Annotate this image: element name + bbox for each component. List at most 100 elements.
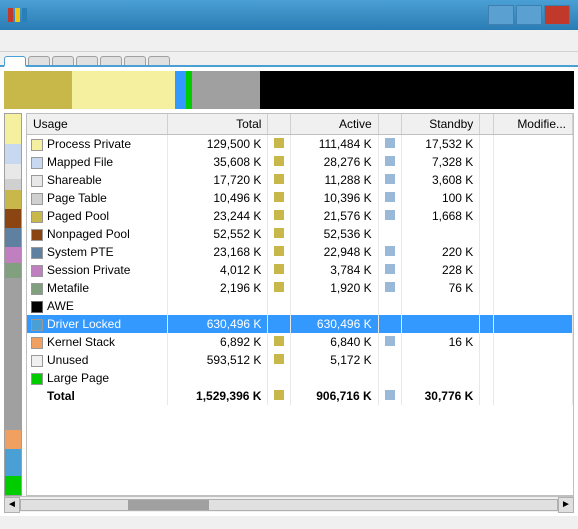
standby-cell [401,297,480,315]
table-row: System PTE23,168 K22,948 K220 K [27,243,573,261]
table-row: Session Private4,012 K3,784 K228 K [27,261,573,279]
total-cell: 35,608 K [168,153,268,171]
content-area: Usage Total Active Standby Modifie... Pr… [4,113,574,496]
active-cell: 21,576 K [291,207,378,225]
standby-swatch-cell [378,297,401,315]
table-header-row: Usage Total Active Standby Modifie... [27,114,573,135]
standby-swatch-cell [378,225,401,243]
col-usage: Usage [27,114,168,135]
modified-swatch-cell [480,135,494,154]
table-row: Driver Locked630,496 K630,496 K [27,315,573,333]
standby-cell: 3,608 K [401,171,480,189]
title-bar-left [8,8,33,22]
standby-cell: 7,328 K [401,153,480,171]
tab-physical-pages[interactable] [76,56,98,65]
standby-swatch-cell [378,315,401,333]
usage-cell: Unused [27,351,168,369]
usage-cell: Nonpaged Pool [27,225,168,243]
table-row: Page Table10,496 K10,396 K100 K [27,189,573,207]
color-swatch [31,157,43,169]
standby-swatch-cell [378,189,401,207]
usage-cell: Session Private [27,261,168,279]
tab-physical-ranges[interactable] [100,56,122,65]
color-swatch [31,337,43,349]
standby-swatch-cell [378,261,401,279]
active-swatch-cell [268,369,291,387]
active-swatch-cell [268,297,291,315]
standby-swatch-cell [378,243,401,261]
active-swatch-cell [268,135,291,154]
active-swatch-cell [268,153,291,171]
total-cell: 593,512 K [168,351,268,369]
total-cell: 2,196 K [168,279,268,297]
menu-bar [0,30,578,52]
standby-cell: 1,668 K [401,207,480,225]
usage-cell: Shareable [27,171,168,189]
active-swatch-cell [268,333,291,351]
total-cell: 6,892 K [168,333,268,351]
main-content: Usage Total Active Standby Modifie... Pr… [0,67,578,516]
modified-swatch-cell [480,369,494,387]
maximize-button[interactable] [516,5,542,25]
tab-bar [0,52,578,67]
usage-cell: Kernel Stack [27,333,168,351]
tab-processes[interactable] [28,56,50,65]
modified-swatch-cell [480,279,494,297]
scrollbar-track[interactable] [20,499,558,511]
active-cell: 1,920 K [291,279,378,297]
modified-swatch-cell [480,261,494,279]
standby-cell: 76 K [401,279,480,297]
active-cell: 906,716 K [291,387,378,405]
modified-swatch-cell [480,153,494,171]
modified-swatch-cell [480,189,494,207]
scroll-right-button[interactable]: ► [558,497,574,513]
total-cell: 10,496 K [168,189,268,207]
modified-cell [494,225,573,243]
scroll-left-button[interactable]: ◄ [4,497,20,513]
app-icon [8,8,27,22]
total-cell: 52,552 K [168,225,268,243]
horizontal-scrollbar[interactable]: ◄ ► [4,496,574,512]
tab-priority-summary[interactable] [52,56,74,65]
color-swatch [31,139,43,151]
color-swatch [31,373,43,385]
usage-cell: Driver Locked [27,315,168,333]
standby-cell: 30,776 K [401,387,480,405]
modified-cell [494,135,573,154]
active-cell: 10,396 K [291,189,378,207]
col-standby-swatch [378,114,401,135]
modified-cell [494,153,573,171]
menu-empty[interactable] [20,39,36,43]
active-cell: 5,172 K [291,351,378,369]
standby-swatch-cell [378,207,401,225]
total-cell [168,297,268,315]
modified-swatch-cell [480,297,494,315]
total-cell: 630,496 K [168,315,268,333]
color-swatch [31,211,43,223]
usage-cell: Large Page [27,369,168,387]
table-row: Total1,529,396 K906,716 K30,776 K [27,387,573,405]
table-row: Paged Pool23,244 K21,576 K1,668 K [27,207,573,225]
standby-swatch-cell [378,135,401,154]
close-button[interactable] [544,5,570,25]
standby-swatch-cell [378,333,401,351]
modified-cell [494,333,573,351]
tab-file-summary[interactable] [124,56,146,65]
scrollbar-thumb[interactable] [128,500,208,510]
col-modified: Modifie... [494,114,573,135]
modified-swatch-cell [480,351,494,369]
tab-use-counts[interactable] [4,56,26,67]
color-swatch [31,319,43,331]
standby-cell [401,369,480,387]
tab-file-details[interactable] [148,56,170,65]
col-active-swatch [268,114,291,135]
standby-swatch-cell [378,279,401,297]
modified-cell [494,207,573,225]
modified-cell [494,189,573,207]
menu-help[interactable] [36,39,52,43]
modified-cell [494,279,573,297]
minimize-button[interactable] [488,5,514,25]
table-row: Process Private129,500 K111,484 K17,532 … [27,135,573,154]
total-cell: 23,168 K [168,243,268,261]
menu-file[interactable] [4,39,20,43]
